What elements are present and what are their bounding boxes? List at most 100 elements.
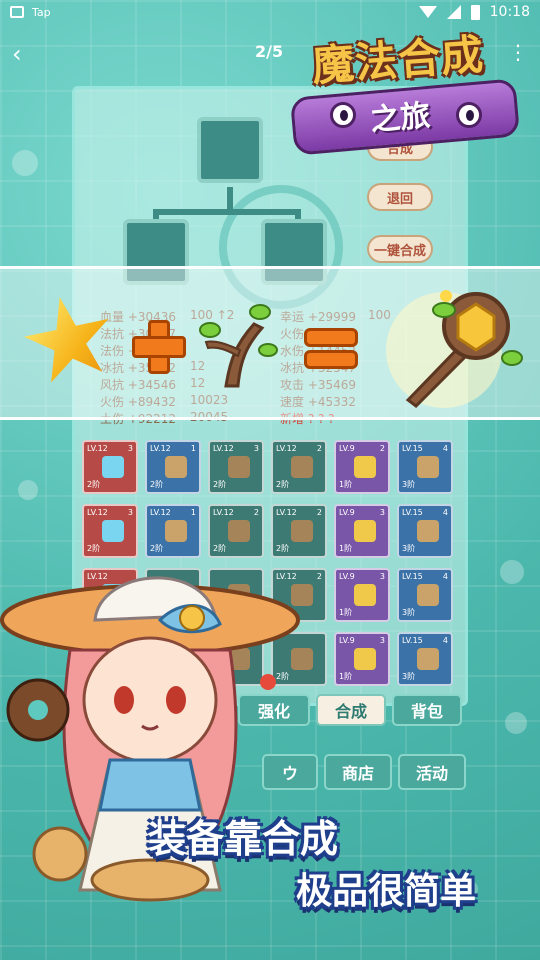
bg-bubble	[18, 480, 38, 500]
item-count: 3	[253, 444, 259, 453]
inventory-item[interactable]: LV.12 1 2阶	[145, 440, 201, 494]
item-level: LV.15	[402, 444, 423, 453]
item-level: LV.12	[213, 444, 234, 453]
item-level: LV.12	[213, 508, 234, 517]
item-icon	[228, 456, 250, 478]
item-level: LV.9	[339, 444, 355, 453]
item-count: 3	[379, 508, 385, 517]
magic-staff-icon	[386, 290, 523, 408]
bg-bubble	[505, 712, 527, 734]
slogan-line-1: 装备靠合成	[148, 817, 339, 861]
equals-icon	[304, 328, 358, 369]
item-tier: 2阶	[87, 544, 101, 553]
carrier-label: Tap	[32, 5, 51, 19]
item-icon	[165, 456, 187, 478]
item-tier: 3阶	[402, 544, 416, 553]
item-level: LV.12	[276, 508, 297, 517]
item-count: 1	[190, 508, 196, 517]
logo-eye-left	[330, 102, 356, 128]
auto-synthesize-button[interactable]: 一键合成	[367, 235, 433, 263]
logo-eye-right	[456, 102, 482, 128]
tab-backpack[interactable]: 背包	[392, 694, 462, 726]
inventory-item[interactable]: LV.12 1 2阶	[145, 504, 201, 558]
item-tier: 1阶	[339, 480, 353, 489]
item-icon	[417, 520, 439, 542]
item-level: LV.12	[87, 508, 108, 517]
item-level: LV.15	[402, 508, 423, 517]
logo-title-top: 魔法合成	[310, 29, 486, 91]
item-icon	[354, 584, 376, 606]
status-bar: Tap 10:18	[0, 0, 540, 24]
item-icon	[354, 456, 376, 478]
tab-label: 合成	[334, 702, 367, 721]
item-level: LV.9	[339, 508, 355, 517]
branch-icon	[199, 304, 278, 388]
inventory-item[interactable]: LV.15 4 3阶	[397, 632, 453, 686]
inventory-item[interactable]: LV.12 2 2阶	[208, 504, 264, 558]
tab-activity[interactable]: 活动	[398, 754, 466, 790]
item-tier: 2阶	[213, 544, 227, 553]
game-logo: 魔法合成 之旅	[289, 26, 521, 156]
plus-icon	[132, 320, 186, 374]
signal-icon	[446, 5, 461, 19]
inventory-item[interactable]: LV.15 4 3阶	[397, 568, 453, 622]
item-icon	[102, 520, 124, 542]
bg-bubble	[12, 150, 38, 176]
item-icon	[417, 648, 439, 670]
inventory-item[interactable]: LV.12 3 2阶	[82, 504, 138, 558]
item-count: 3	[379, 636, 385, 645]
item-icon	[417, 456, 439, 478]
item-icon	[354, 520, 376, 542]
result-slot	[197, 117, 263, 183]
inventory-item[interactable]: LV.9 3 1阶	[334, 568, 390, 622]
item-count: 2	[316, 572, 322, 581]
inventory-item[interactable]: LV.15 4 3阶	[397, 440, 453, 494]
clock: 10:18	[489, 4, 530, 20]
item-level: LV.12	[150, 508, 171, 517]
item-count: 3	[127, 444, 133, 453]
inventory-item[interactable]: LV.15 4 3阶	[397, 504, 453, 558]
undo-button[interactable]: 退回	[367, 183, 433, 211]
battery-icon	[470, 4, 480, 20]
item-tier: 2阶	[276, 480, 290, 489]
item-level: LV.9	[339, 572, 355, 581]
item-icon	[354, 648, 376, 670]
item-icon	[291, 456, 313, 478]
item-level: LV.15	[402, 636, 423, 645]
item-tier: 2阶	[213, 480, 227, 489]
item-tier: 1阶	[339, 544, 353, 553]
inventory-item[interactable]: LV.12 2 2阶	[271, 504, 327, 558]
tab-label: 活动	[415, 764, 448, 783]
inventory-item[interactable]: LV.9 2 1阶	[334, 440, 390, 494]
item-tier: 3阶	[402, 480, 416, 489]
item-tier: 2阶	[87, 480, 101, 489]
tree-connector	[227, 187, 233, 211]
back-arrow-icon[interactable]: ‹	[12, 40, 22, 68]
inventory-item[interactable]: LV.12 2 2阶	[271, 440, 327, 494]
inventory-item[interactable]: LV.9 3 1阶	[334, 504, 390, 558]
item-count: 4	[442, 508, 448, 517]
item-count: 2	[316, 508, 322, 517]
item-icon	[165, 520, 187, 542]
logo-title-bottom: 之旅	[368, 98, 432, 139]
item-tier: 2阶	[150, 480, 164, 489]
item-level: LV.9	[339, 636, 355, 645]
item-icon	[102, 456, 124, 478]
item-tier: 2阶	[276, 544, 290, 553]
item-level: LV.12	[276, 444, 297, 453]
inventory-item[interactable]: LV.12 3 2阶	[208, 440, 264, 494]
tab-synthesize[interactable]: 合成	[316, 694, 386, 726]
image-notification-icon	[10, 6, 24, 18]
item-count: 4	[442, 572, 448, 581]
item-icon	[417, 584, 439, 606]
item-count: 2	[253, 508, 259, 517]
inventory-item[interactable]: LV.12 3 2阶	[82, 440, 138, 494]
tab-shop[interactable]: 商店	[324, 754, 392, 790]
tab-label: 背包	[410, 702, 443, 721]
item-icon	[291, 520, 313, 542]
item-count: 2	[316, 444, 322, 453]
tree-connector	[153, 209, 301, 215]
item-count: 3	[379, 572, 385, 581]
slogan-line-2: 极品很简单	[296, 871, 477, 912]
inventory-item[interactable]: LV.9 3 1阶	[334, 632, 390, 686]
